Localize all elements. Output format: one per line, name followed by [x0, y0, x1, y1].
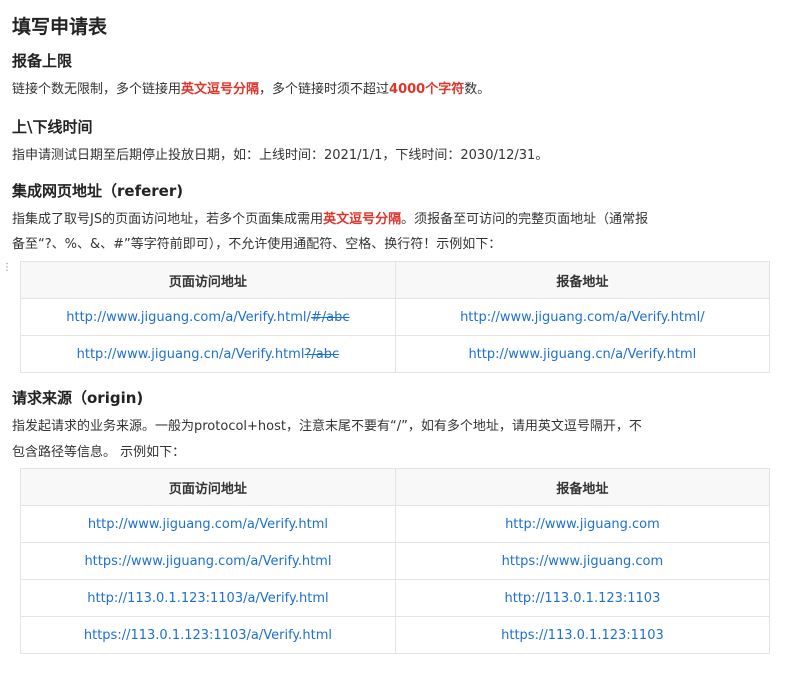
- origin-table: 页面访问地址 报备地址 http://www.jiguang.com/a/Ver…: [20, 468, 771, 654]
- cell-strike-suffix: ?/abc: [304, 346, 340, 362]
- table-cell-page[interactable]: http://www.jiguang.com/a/Verify.html: [20, 505, 396, 543]
- table-row: http://113.0.1.123:1103/a/Verify.html ht…: [20, 579, 771, 617]
- cell-link[interactable]: http://www.jiguang.cn/a/Verify.html: [77, 347, 305, 362]
- column-header-report: 报备地址: [394, 261, 771, 299]
- table-cell-page[interactable]: http://113.0.1.123:1103/a/Verify.html: [20, 579, 396, 617]
- limit-highlight-comma: 英文逗号分隔: [181, 82, 260, 97]
- column-header-page: 页面访问地址: [20, 468, 396, 506]
- origin-text-line2: 包含路径等信息。 示例如下：: [12, 445, 186, 460]
- table-row: http://www.jiguang.com/a/Verify.html htt…: [20, 505, 771, 543]
- drag-handle-icon[interactable]: ⋮: [2, 263, 12, 273]
- document-page: 填写申请表 报备上限 链接个数无限制，多个链接用英文逗号分隔，多个链接时须不超过…: [0, 0, 810, 695]
- table-row: http://www.jiguang.cn/a/Verify.html?/abc…: [20, 335, 771, 373]
- page-title: 填写申请表: [12, 16, 108, 38]
- referer-text-line1: 指集成了取号JS的页面访问地址，若多个页面集成需用英文逗号分隔。须报备至可访问的…: [12, 207, 648, 232]
- table-cell-report[interactable]: http://113.0.1.123:1103: [394, 579, 771, 617]
- referer-text-b: 。须报备至可访问的完整页面地址（通常报: [401, 212, 649, 227]
- limit-heading: 报备上限: [12, 52, 73, 70]
- limit-highlight-chars: 4000个字符: [389, 82, 465, 97]
- referer-text-a: 指集成了取号JS的页面访问地址，若多个页面集成需用: [12, 212, 324, 227]
- table-row: http://www.jiguang.com/a/Verify.html/#/a…: [20, 298, 771, 336]
- referer-table: 页面访问地址 报备地址 http://www.jiguang.com/a/Ver…: [20, 261, 771, 373]
- table-cell-page[interactable]: https://www.jiguang.com/a/Verify.html: [20, 542, 396, 580]
- table-row: https://113.0.1.123:1103/a/Verify.html h…: [20, 616, 771, 654]
- table-cell-report[interactable]: http://www.jiguang.cn/a/Verify.html: [394, 335, 771, 373]
- limit-text-a: 链接个数无限制，多个链接用: [12, 82, 182, 97]
- cell-strike-suffix: #/abc: [310, 309, 350, 325]
- time-heading: 上\下线时间: [12, 118, 93, 136]
- origin-text-line1: 指发起请求的业务来源。一般为protocol+host，注意末尾不要有“/”，如…: [12, 419, 642, 434]
- cell-link[interactable]: http://www.jiguang.com/a/Verify.html/: [66, 310, 311, 325]
- table-cell-report[interactable]: http://www.jiguang.com: [394, 505, 771, 543]
- limit-text-b: ，多个链接时须不超过: [259, 82, 390, 97]
- table-cell-report[interactable]: https://www.jiguang.com: [394, 542, 771, 580]
- table-cell-page[interactable]: https://113.0.1.123:1103/a/Verify.html: [20, 616, 396, 654]
- table-cell-report[interactable]: http://www.jiguang.com/a/Verify.html/: [394, 298, 771, 336]
- referer-highlight-comma: 英文逗号分隔: [323, 212, 402, 227]
- column-header-page: 页面访问地址: [20, 261, 396, 299]
- referer-text-line2: 备至“?、%、&、#”等字符前即可），不允许使用通配符、空格、换行符！示例如下：: [12, 237, 502, 252]
- column-header-report: 报备地址: [394, 468, 771, 506]
- table-header-row: 页面访问地址 报备地址: [20, 468, 771, 506]
- limit-text-c: 数。: [464, 82, 491, 97]
- time-text: 指申请测试日期至后期停止投放日期，如：上线时间：2021/1/1，下线时间：20…: [12, 148, 549, 163]
- limit-text: 链接个数无限制，多个链接用英文逗号分隔，多个链接时须不超过4000个字符数。: [12, 77, 490, 102]
- referer-heading: 集成网页地址（referer): [12, 182, 184, 200]
- table-header-row: 页面访问地址 报备地址: [20, 261, 771, 299]
- table-cell-page[interactable]: http://www.jiguang.com/a/Verify.html/#/a…: [20, 298, 396, 336]
- table-row: https://www.jiguang.com/a/Verify.html ht…: [20, 542, 771, 580]
- origin-heading: 请求来源（origin): [12, 389, 144, 407]
- table-cell-report[interactable]: https://113.0.1.123:1103: [394, 616, 771, 654]
- table-cell-page[interactable]: http://www.jiguang.cn/a/Verify.html?/abc: [20, 335, 396, 373]
